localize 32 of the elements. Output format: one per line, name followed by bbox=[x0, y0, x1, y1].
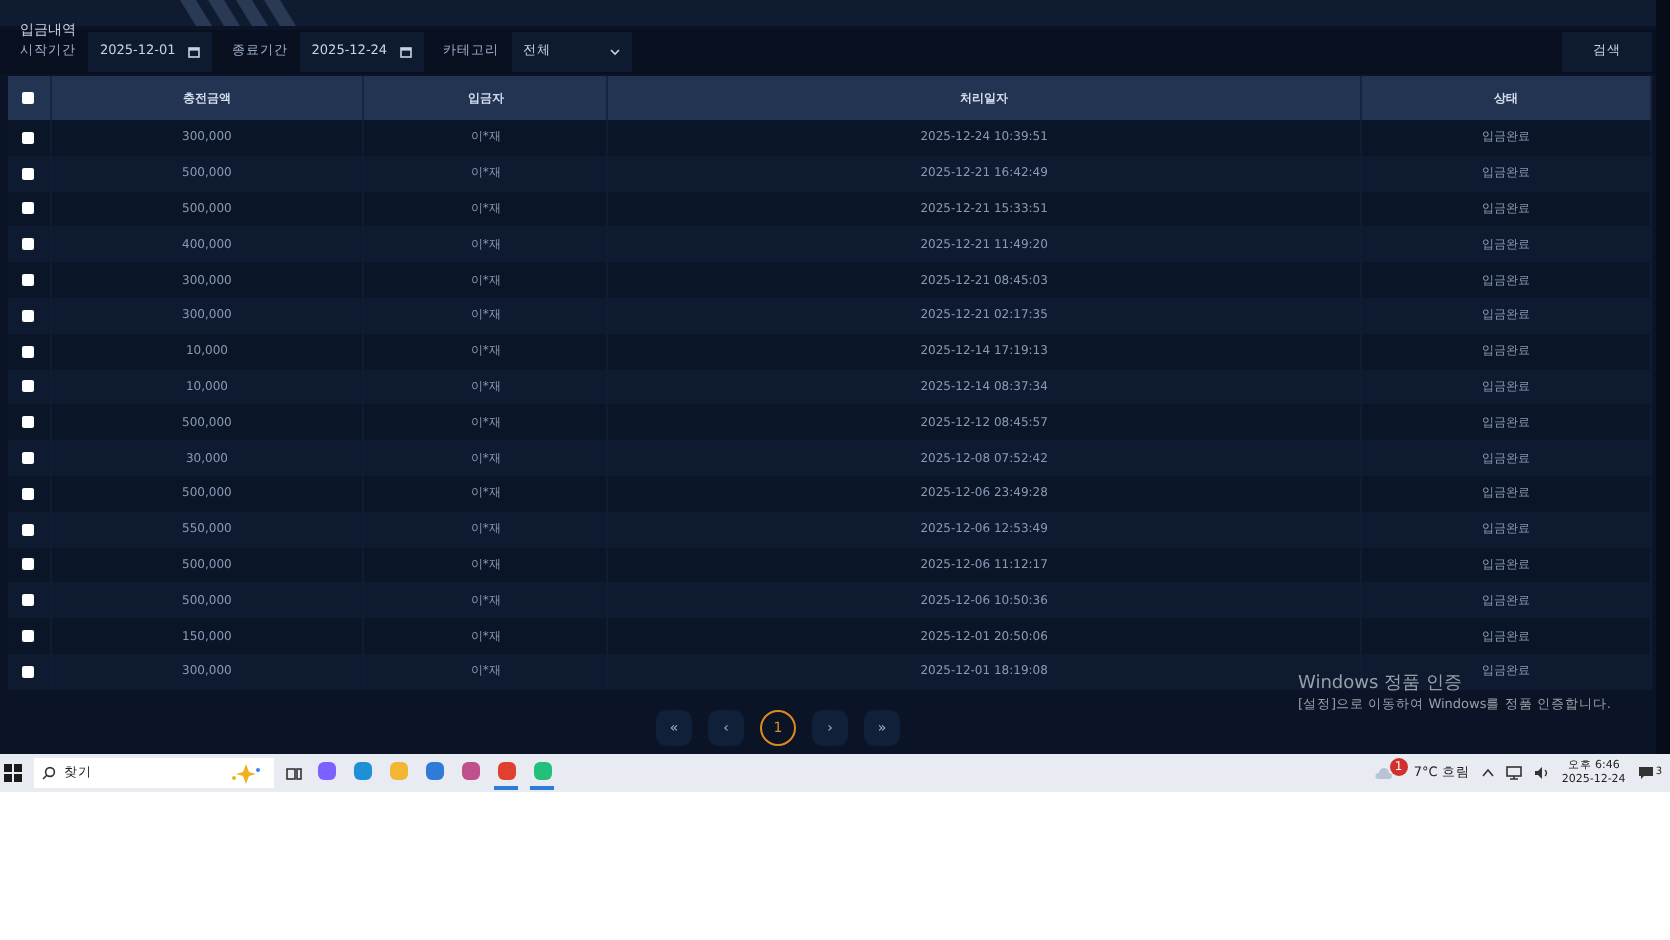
calendar-icon bbox=[399, 46, 412, 58]
row-checkbox[interactable] bbox=[22, 451, 35, 464]
row-checkbox[interactable] bbox=[22, 202, 35, 215]
network-icon[interactable] bbox=[1505, 766, 1522, 780]
row-checkbox[interactable] bbox=[22, 487, 35, 500]
search-icon bbox=[42, 766, 56, 780]
row-checkbox[interactable] bbox=[22, 273, 35, 286]
row-checkbox[interactable] bbox=[22, 416, 35, 429]
row-checkbox[interactable] bbox=[22, 523, 35, 536]
chevron-down-icon bbox=[609, 48, 620, 56]
select-all-checkbox[interactable] bbox=[22, 91, 35, 104]
cloud-icon bbox=[1373, 766, 1392, 780]
speaker-icon[interactable] bbox=[1533, 766, 1550, 780]
row-checkbox[interactable] bbox=[22, 558, 35, 571]
row-checkbox[interactable] bbox=[22, 309, 35, 322]
row-checkbox[interactable] bbox=[22, 665, 35, 678]
chevron-up-icon[interactable] bbox=[1481, 768, 1494, 778]
taskbar-app-icon[interactable] bbox=[530, 756, 554, 790]
row-checkbox[interactable] bbox=[22, 238, 35, 251]
sparkle-icon bbox=[230, 763, 262, 783]
activation-title: Windows 정품 인증 bbox=[1298, 674, 1464, 696]
windows-start-icon[interactable] bbox=[4, 764, 22, 782]
row-checkbox[interactable] bbox=[22, 167, 35, 180]
message-icon bbox=[1637, 766, 1654, 780]
row-checkbox[interactable] bbox=[22, 594, 35, 607]
row-checkbox[interactable] bbox=[22, 131, 35, 144]
row-checkbox[interactable] bbox=[22, 380, 35, 393]
task-view-icon[interactable] bbox=[286, 765, 302, 781]
calendar-icon bbox=[187, 46, 200, 58]
row-checkbox[interactable] bbox=[22, 629, 35, 642]
row-checkbox[interactable] bbox=[22, 345, 35, 358]
taskbar-app-icon[interactable] bbox=[494, 756, 518, 790]
